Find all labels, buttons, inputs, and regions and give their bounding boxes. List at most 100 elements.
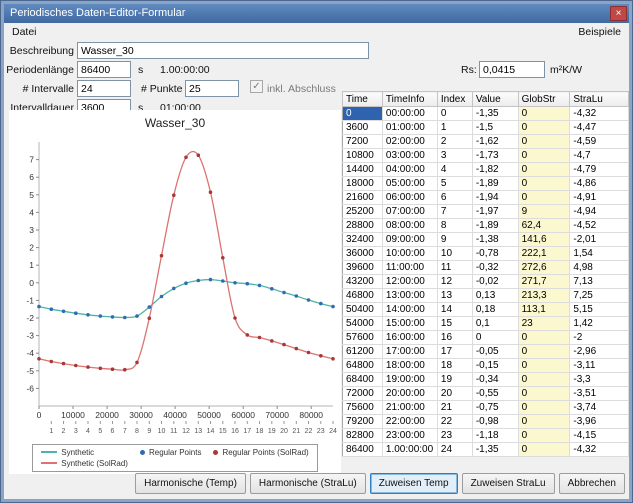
cell-stralu[interactable]: -3,96 [570, 415, 629, 429]
cell-stralu[interactable]: -4,52 [570, 219, 629, 233]
cell-stralu[interactable]: -2 [570, 331, 629, 345]
cell-index[interactable]: 19 [437, 373, 472, 387]
cell-value[interactable]: -1,82 [472, 163, 518, 177]
intervalle-input[interactable] [77, 80, 131, 97]
periodenlaenge-input[interactable] [77, 61, 131, 78]
column-header-value[interactable]: Value [472, 92, 518, 107]
cell-time[interactable]: 0 [343, 107, 383, 121]
cell-stralu[interactable]: 1,54 [570, 247, 629, 261]
cell-timeinfo[interactable]: 03:00:00 [382, 149, 437, 163]
cell-timeinfo[interactable]: 12:00:00 [382, 275, 437, 289]
cell-value[interactable]: -0,34 [472, 373, 518, 387]
cell-time[interactable]: 10800 [343, 149, 383, 163]
cell-timeinfo[interactable]: 15:00:00 [382, 317, 437, 331]
cell-globstr[interactable]: 0 [518, 359, 570, 373]
cell-index[interactable]: 16 [437, 331, 472, 345]
cell-time[interactable]: 7200 [343, 135, 383, 149]
cell-timeinfo[interactable]: 09:00:00 [382, 233, 437, 247]
cell-time[interactable]: 14400 [343, 163, 383, 177]
cell-value[interactable]: -0,05 [472, 345, 518, 359]
table-row[interactable]: 2880008:00:008-1,8962,4-4,52 [343, 219, 629, 233]
cell-value[interactable]: -1,62 [472, 135, 518, 149]
table-row[interactable]: 5760016:00:001600-2 [343, 331, 629, 345]
table-row[interactable]: 720002:00:002-1,620-4,59 [343, 135, 629, 149]
column-header-globstr[interactable]: GlobStr [518, 92, 570, 107]
cell-globstr[interactable]: 0 [518, 415, 570, 429]
cell-value[interactable]: -1,5 [472, 121, 518, 135]
table-row[interactable]: 6480018:00:0018-0,150-3,11 [343, 359, 629, 373]
cell-stralu[interactable]: -4,7 [570, 149, 629, 163]
cell-stralu[interactable]: -2,01 [570, 233, 629, 247]
table-row[interactable]: 2160006:00:006-1,940-4,91 [343, 191, 629, 205]
cell-globstr[interactable]: 113,1 [518, 303, 570, 317]
cell-stralu[interactable]: -4,86 [570, 177, 629, 191]
cell-index[interactable]: 5 [437, 177, 472, 191]
cell-time[interactable]: 64800 [343, 359, 383, 373]
table-row[interactable]: 1080003:00:003-1,730-4,7 [343, 149, 629, 163]
cell-time[interactable]: 82800 [343, 429, 383, 443]
cell-stralu[interactable]: 7,13 [570, 275, 629, 289]
cell-time[interactable]: 46800 [343, 289, 383, 303]
cell-value[interactable]: 0,13 [472, 289, 518, 303]
harmonische-temp-button[interactable]: Harmonische (Temp) [135, 473, 246, 494]
cell-time[interactable]: 21600 [343, 191, 383, 205]
cell-stralu[interactable]: -4,47 [570, 121, 629, 135]
cell-stralu[interactable]: -4,59 [570, 135, 629, 149]
cell-timeinfo[interactable]: 02:00:00 [382, 135, 437, 149]
cell-timeinfo[interactable]: 14:00:00 [382, 303, 437, 317]
cell-stralu[interactable]: -3,3 [570, 373, 629, 387]
cell-timeinfo[interactable]: 04:00:00 [382, 163, 437, 177]
cell-stralu[interactable]: -3,51 [570, 387, 629, 401]
data-grid[interactable]: TimeTimeInfoIndexValueGlobStrStraLu 000:… [342, 91, 629, 457]
cell-globstr[interactable]: 271,7 [518, 275, 570, 289]
cell-value[interactable]: -0,32 [472, 261, 518, 275]
column-header-index[interactable]: Index [437, 92, 472, 107]
cell-value[interactable]: -1,94 [472, 191, 518, 205]
cell-globstr[interactable]: 0 [518, 401, 570, 415]
cell-globstr[interactable]: 0 [518, 387, 570, 401]
cell-timeinfo[interactable]: 22:00:00 [382, 415, 437, 429]
cell-timeinfo[interactable]: 19:00:00 [382, 373, 437, 387]
cell-index[interactable]: 14 [437, 303, 472, 317]
cell-time[interactable]: 25200 [343, 205, 383, 219]
table-row[interactable]: 2520007:00:007-1,979-4,94 [343, 205, 629, 219]
punkte-input[interactable] [185, 80, 239, 97]
table-row[interactable]: 360001:00:001-1,50-4,47 [343, 121, 629, 135]
cell-stralu[interactable]: -4,32 [570, 443, 629, 457]
cell-value[interactable]: -1,97 [472, 205, 518, 219]
cell-index[interactable]: 20 [437, 387, 472, 401]
cell-index[interactable]: 11 [437, 261, 472, 275]
cell-globstr[interactable]: 0 [518, 177, 570, 191]
cell-time[interactable]: 57600 [343, 331, 383, 345]
cell-value[interactable]: -0,15 [472, 359, 518, 373]
cell-index[interactable]: 18 [437, 359, 472, 373]
cell-value[interactable]: -1,35 [472, 107, 518, 121]
table-row[interactable]: 1800005:00:005-1,890-4,86 [343, 177, 629, 191]
cell-value[interactable]: -1,35 [472, 443, 518, 457]
cell-time[interactable]: 68400 [343, 373, 383, 387]
table-row[interactable]: 7560021:00:0021-0,750-3,74 [343, 401, 629, 415]
cell-globstr[interactable]: 213,3 [518, 289, 570, 303]
cell-time[interactable]: 43200 [343, 275, 383, 289]
table-row[interactable]: 8280023:00:0023-1,180-4,15 [343, 429, 629, 443]
cell-value[interactable]: 0,18 [472, 303, 518, 317]
cell-value[interactable]: 0,1 [472, 317, 518, 331]
cell-time[interactable]: 28800 [343, 219, 383, 233]
column-header-timeinfo[interactable]: TimeInfo [382, 92, 437, 107]
cell-timeinfo[interactable]: 01:00:00 [382, 121, 437, 135]
table-row[interactable]: 4680013:00:00130,13213,37,25 [343, 289, 629, 303]
table-row[interactable]: 6120017:00:0017-0,050-2,96 [343, 345, 629, 359]
table-row[interactable]: 7920022:00:0022-0,980-3,96 [343, 415, 629, 429]
cell-stralu[interactable]: -4,79 [570, 163, 629, 177]
cell-stralu[interactable]: -3,74 [570, 401, 629, 415]
cell-index[interactable]: 13 [437, 289, 472, 303]
cell-stralu[interactable]: 1,42 [570, 317, 629, 331]
table-row[interactable]: 7200020:00:0020-0,550-3,51 [343, 387, 629, 401]
cell-globstr[interactable]: 222,1 [518, 247, 570, 261]
cell-index[interactable]: 9 [437, 233, 472, 247]
cell-time[interactable]: 72000 [343, 387, 383, 401]
cell-globstr[interactable]: 272,6 [518, 261, 570, 275]
cell-time[interactable]: 50400 [343, 303, 383, 317]
cell-index[interactable]: 17 [437, 345, 472, 359]
cell-value[interactable]: -1,73 [472, 149, 518, 163]
